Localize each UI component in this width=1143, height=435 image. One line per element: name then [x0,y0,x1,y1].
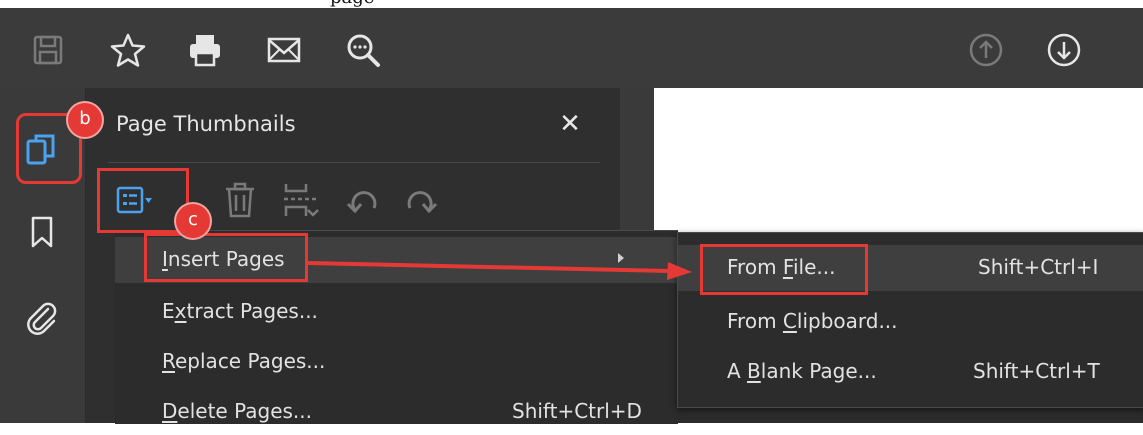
submenu-item-shortcut: Shift+Ctrl+T [973,359,1100,383]
menu-item-shortcut: Shift+Ctrl+D [512,399,642,423]
top-strip-text: page [330,0,374,8]
panel-divider [108,162,600,163]
submenu-item-label: From Clipboard... [727,309,898,333]
print-icon[interactable] [187,32,223,68]
annotation-badge-b: b [68,103,102,137]
menu-item-extract-pages[interactable]: Extract Pages... [115,289,678,335]
zoom-icon[interactable] [345,32,381,68]
submenu-item-from-clipboard[interactable]: From Clipboard... [678,299,1143,345]
close-icon[interactable]: ✕ [556,110,584,138]
top-strip: page [0,0,1143,8]
rotate-right-icon[interactable] [400,180,440,220]
save-icon[interactable] [30,32,66,68]
menu-item-label: Delete Pages... [162,399,312,423]
attachment-icon[interactable] [24,300,60,336]
email-icon[interactable] [266,32,302,68]
menu-item-label: Extract Pages... [162,299,318,323]
menu-item-label: Replace Pages... [162,349,326,373]
annotation-arrow [307,261,692,280]
rotate-left-icon[interactable] [344,180,384,220]
annotation-box-insert-pages [144,233,308,282]
bookmark-icon[interactable] [24,214,60,250]
submenu-item-label: A Blank Page... [727,359,877,383]
menu-item-delete-pages[interactable]: Delete Pages... Shift+Ctrl+D [115,389,678,435]
main-toolbar [0,8,1143,88]
submenu-item-blank-page[interactable]: A Blank Page... Shift+Ctrl+T [678,349,1143,395]
page-up-icon[interactable] [968,32,1004,68]
split-icon[interactable] [280,180,320,220]
annotation-badge-c: c [176,204,210,238]
star-icon[interactable] [110,32,146,68]
menu-item-replace-pages[interactable]: Replace Pages... [115,339,678,385]
panel-title: Page Thumbnails [116,112,296,136]
annotation-box-from-file [700,244,868,295]
delete-icon[interactable] [220,180,260,220]
submenu-item-shortcut: Shift+Ctrl+I [978,255,1099,279]
page-down-icon[interactable] [1046,32,1082,68]
